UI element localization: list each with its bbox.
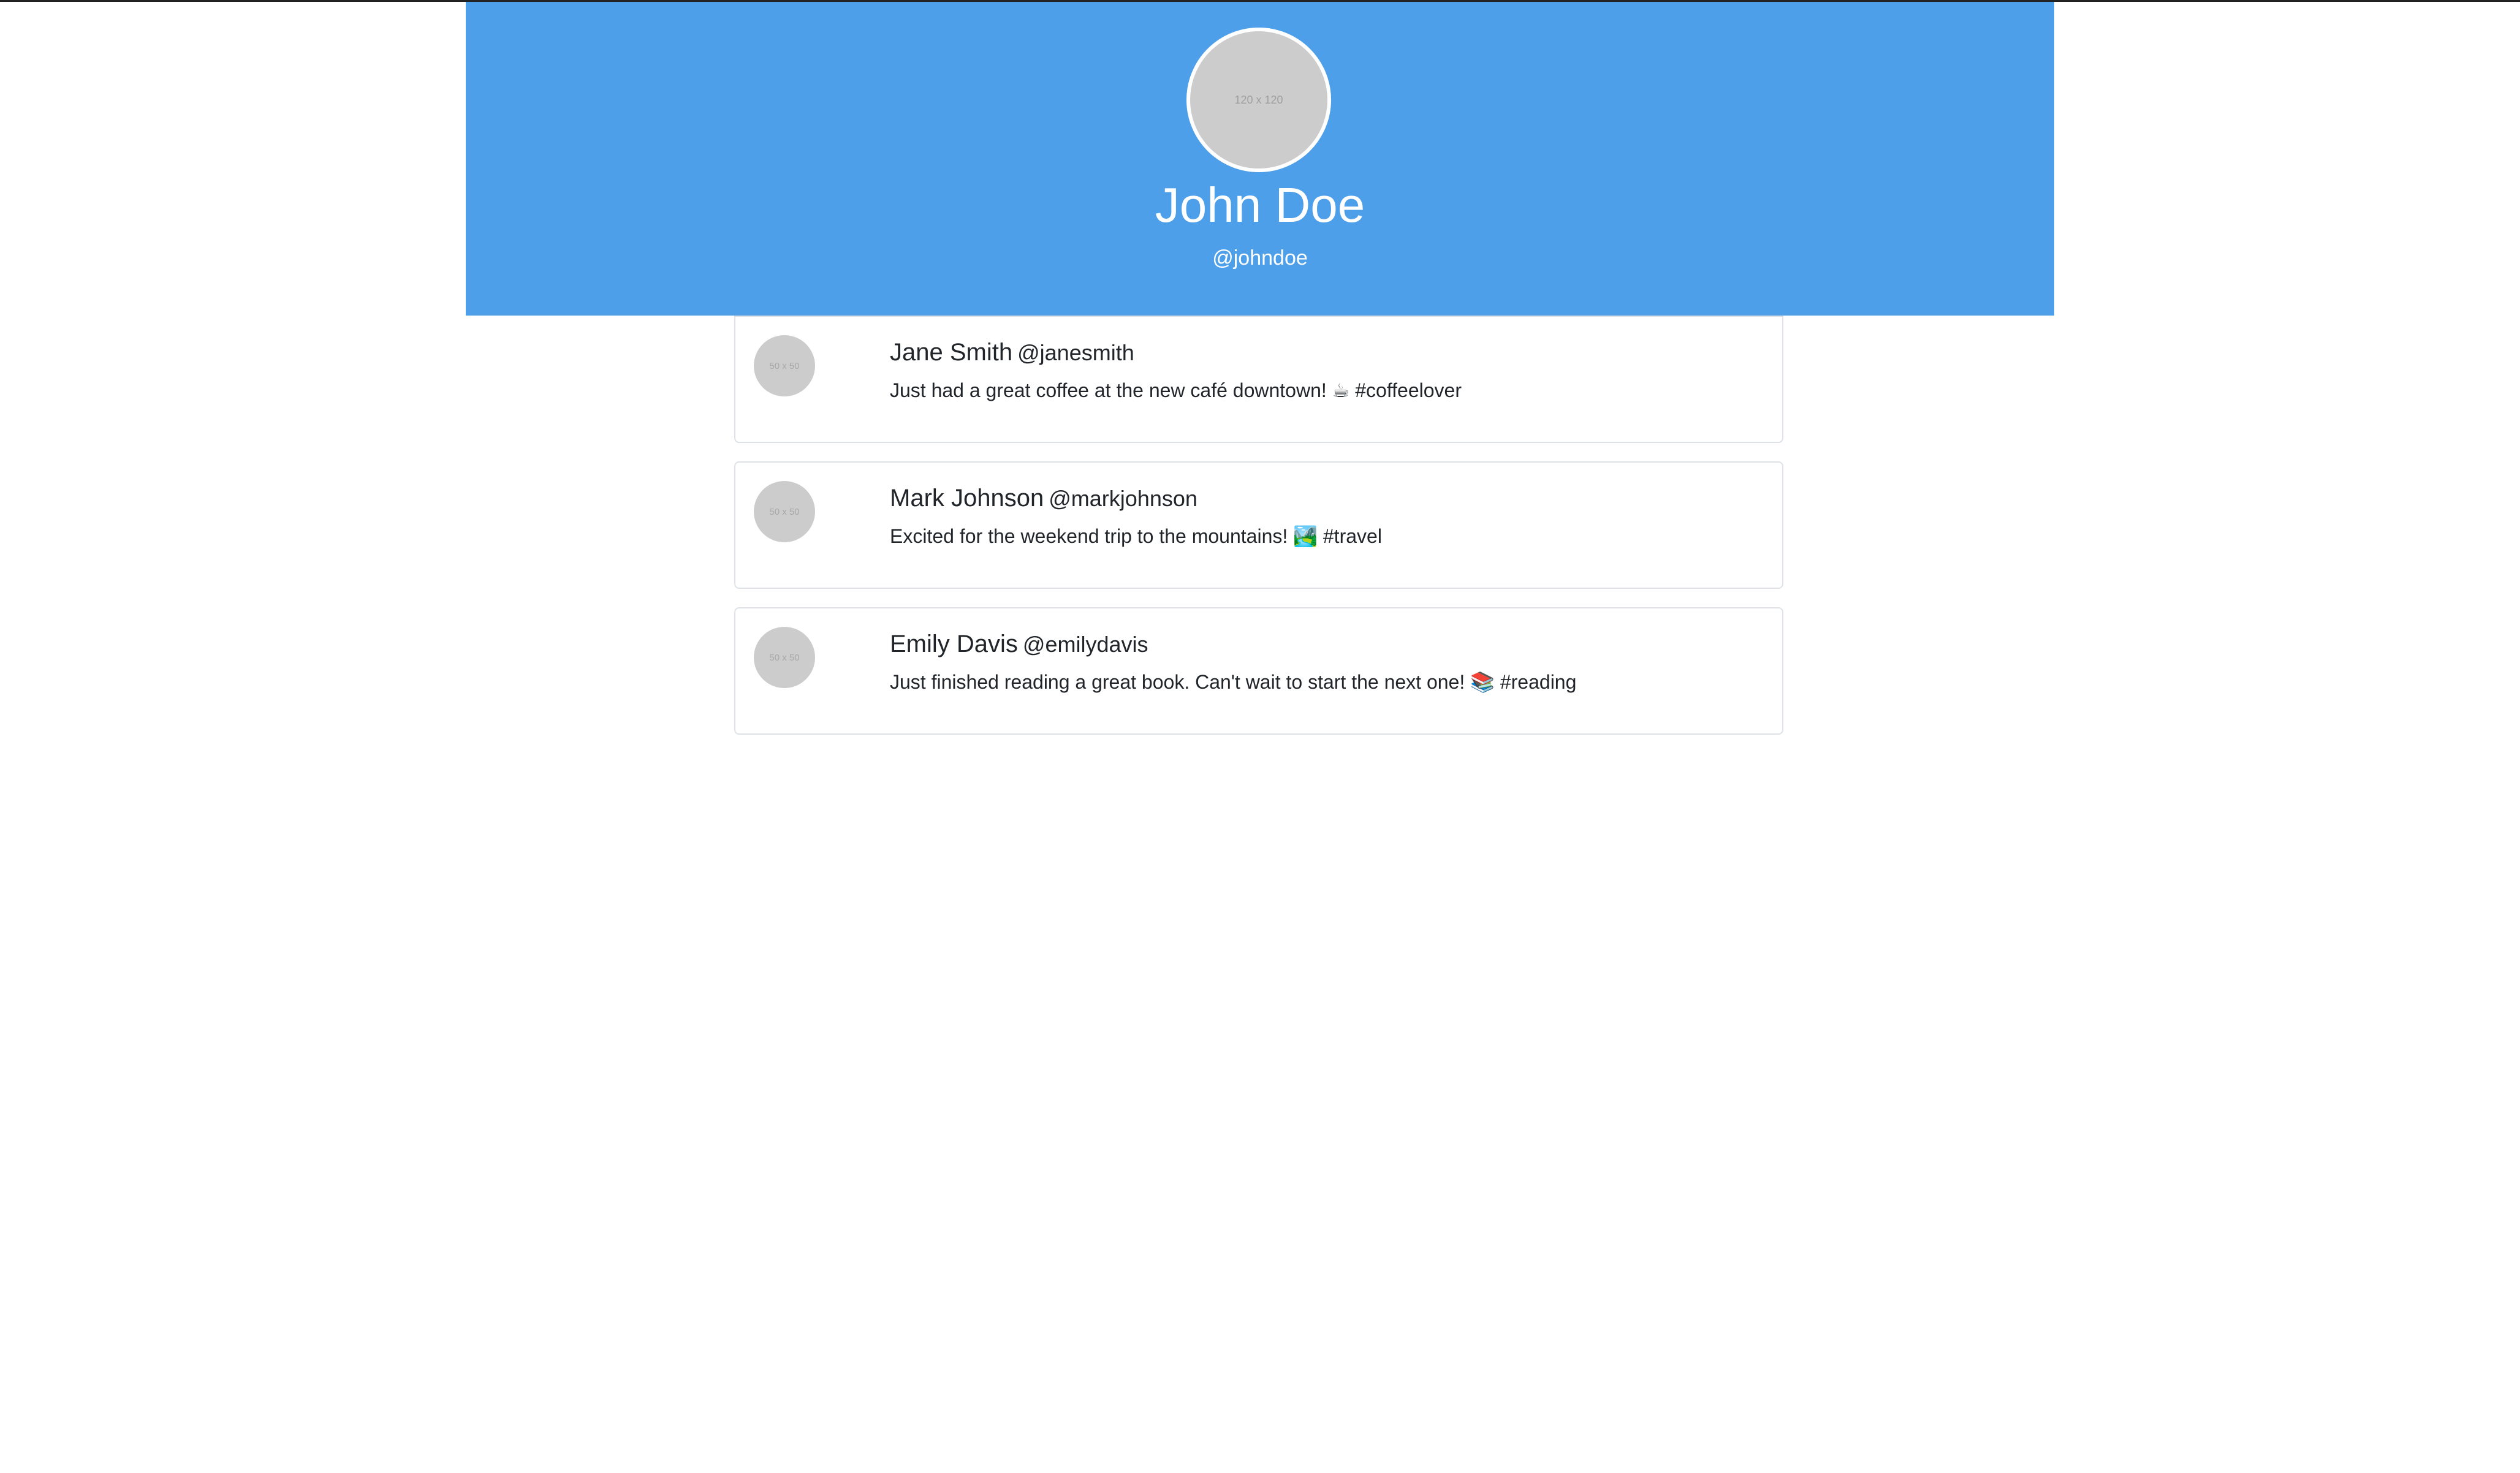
profile-name: John Doe	[1155, 178, 1365, 232]
post-card-markjohnson[interactable]: 50 x 50 Mark Johnson @markjohnson Excited…	[734, 461, 1783, 589]
post-avatar[interactable]: 50 x 50	[754, 481, 815, 542]
post-card-janesmith[interactable]: 50 x 50 Jane Smith @janesmith Just had a …	[734, 316, 1783, 443]
post-author-handle[interactable]: @markjohnson	[1049, 486, 1197, 511]
post-avatar-placeholder-text: 50 x 50	[769, 360, 800, 371]
post-avatar[interactable]: 50 x 50	[754, 627, 815, 688]
post-header: Jane Smith @janesmith	[890, 336, 1134, 369]
post-header: Emily Davis @emilydavis	[890, 628, 1148, 661]
profile-handle[interactable]: @johndoe	[466, 244, 2054, 271]
post-avatar-placeholder-text: 50 x 50	[769, 652, 800, 663]
post-header: Mark Johnson @markjohnson	[890, 482, 1197, 515]
post-text: Just had a great coffee at the new café …	[890, 379, 1462, 401]
post-avatar-placeholder-text: 50 x 50	[769, 506, 800, 517]
post-author-name[interactable]: Mark Johnson	[890, 485, 1044, 512]
post-author-name[interactable]: Jane Smith	[890, 339, 1012, 366]
post-author-handle[interactable]: @janesmith	[1017, 340, 1134, 365]
post-author-name[interactable]: Emily Davis	[890, 630, 1018, 657]
post-text: Excited for the weekend trip to the moun…	[890, 525, 1382, 547]
post-author-handle[interactable]: @emilydavis	[1023, 632, 1148, 657]
profile-header: 120 x 120 John Doe @johndoe	[466, 2, 2054, 316]
profile-avatar[interactable]: 120 x 120	[1186, 28, 1331, 172]
profile-avatar-placeholder-text: 120 x 120	[1234, 93, 1283, 106]
post-text: Just finished reading a great book. Can'…	[890, 671, 1577, 693]
post-avatar[interactable]: 50 x 50	[754, 335, 815, 396]
post-card-emilydavis[interactable]: 50 x 50 Emily Davis @emilydavis Just fini…	[734, 607, 1783, 735]
